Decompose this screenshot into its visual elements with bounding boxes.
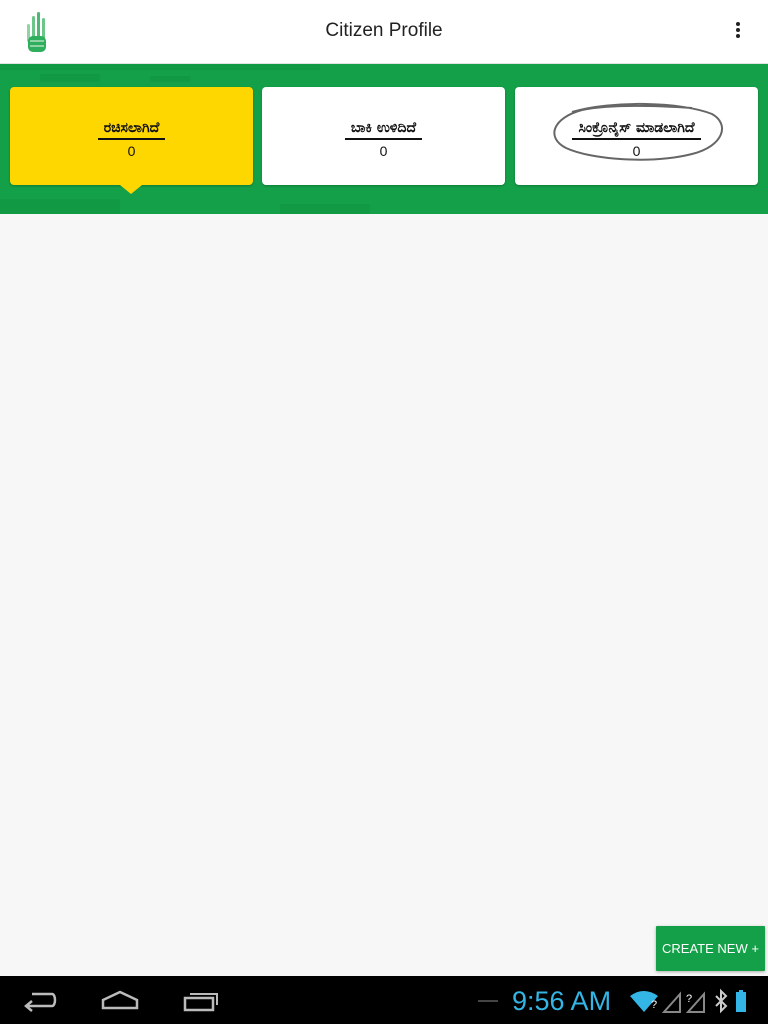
bluetooth-icon — [715, 988, 728, 1014]
svg-text:?: ? — [686, 993, 692, 1005]
svg-text:?: ? — [651, 999, 657, 1011]
tab-pending[interactable]: ಬಾಕಿ ಉಳಿದಿದೆ 0 — [262, 87, 505, 185]
page-title: Citizen Profile — [325, 20, 443, 41]
tab-synced[interactable]: ಸಿಂಕ್ರೊನೈಸ್ ಮಾಡಲಾಗಿದೆ 0 — [515, 87, 758, 185]
wifi-icon: ? — [630, 991, 658, 1012]
create-new-button[interactable]: CREATE NEW + — [656, 926, 765, 971]
overflow-menu-icon[interactable] — [728, 22, 748, 44]
status-clock: 9:56 AM — [512, 986, 612, 1016]
tab-synced-label: ಸಿಂಕ್ರೊನೈಸ್ ಮಾಡಲಾಗಿದೆ — [572, 120, 701, 140]
system-nav-bar: 9:56 AM ? ? — [0, 976, 768, 1024]
tab-created[interactable]: ರಚಿಸಲಾಗಿದೆ 0 — [10, 87, 253, 194]
back-icon[interactable] — [22, 986, 58, 1018]
status-icons: ? ? — [628, 988, 758, 1014]
battery-icon — [736, 990, 746, 1012]
tab-created-count: 0 — [127, 143, 136, 159]
action-bar: Citizen Profile — [0, 0, 768, 64]
status-tab-strip: ರಚಿಸಲಾಗಿದೆ 0 ಬಾಕಿ ಉಳಿದಿದೆ 0 ಸಿಂಕ್ರೊನೈಸ್ … — [0, 64, 768, 214]
signal-icon: ? — [661, 991, 705, 1013]
tab-created-label: ರಚಿಸಲಾಗಿದೆ — [97, 120, 166, 140]
notification-dash-icon — [478, 1000, 498, 1002]
active-tab-pointer — [120, 185, 142, 194]
app-root: Citizen Profile ರಚಿಸಲಾಗಿದೆ 0 ಬಾಕಿ ಉಳಿದಿದ… — [0, 0, 768, 1024]
tab-synced-count: 0 — [632, 143, 641, 159]
tab-pending-label: ಬಾಕಿ ಉಳಿದಿದೆ — [344, 120, 423, 140]
tab-pending-count: 0 — [379, 143, 388, 159]
home-icon[interactable] — [100, 986, 140, 1018]
recents-icon[interactable] — [182, 986, 220, 1018]
